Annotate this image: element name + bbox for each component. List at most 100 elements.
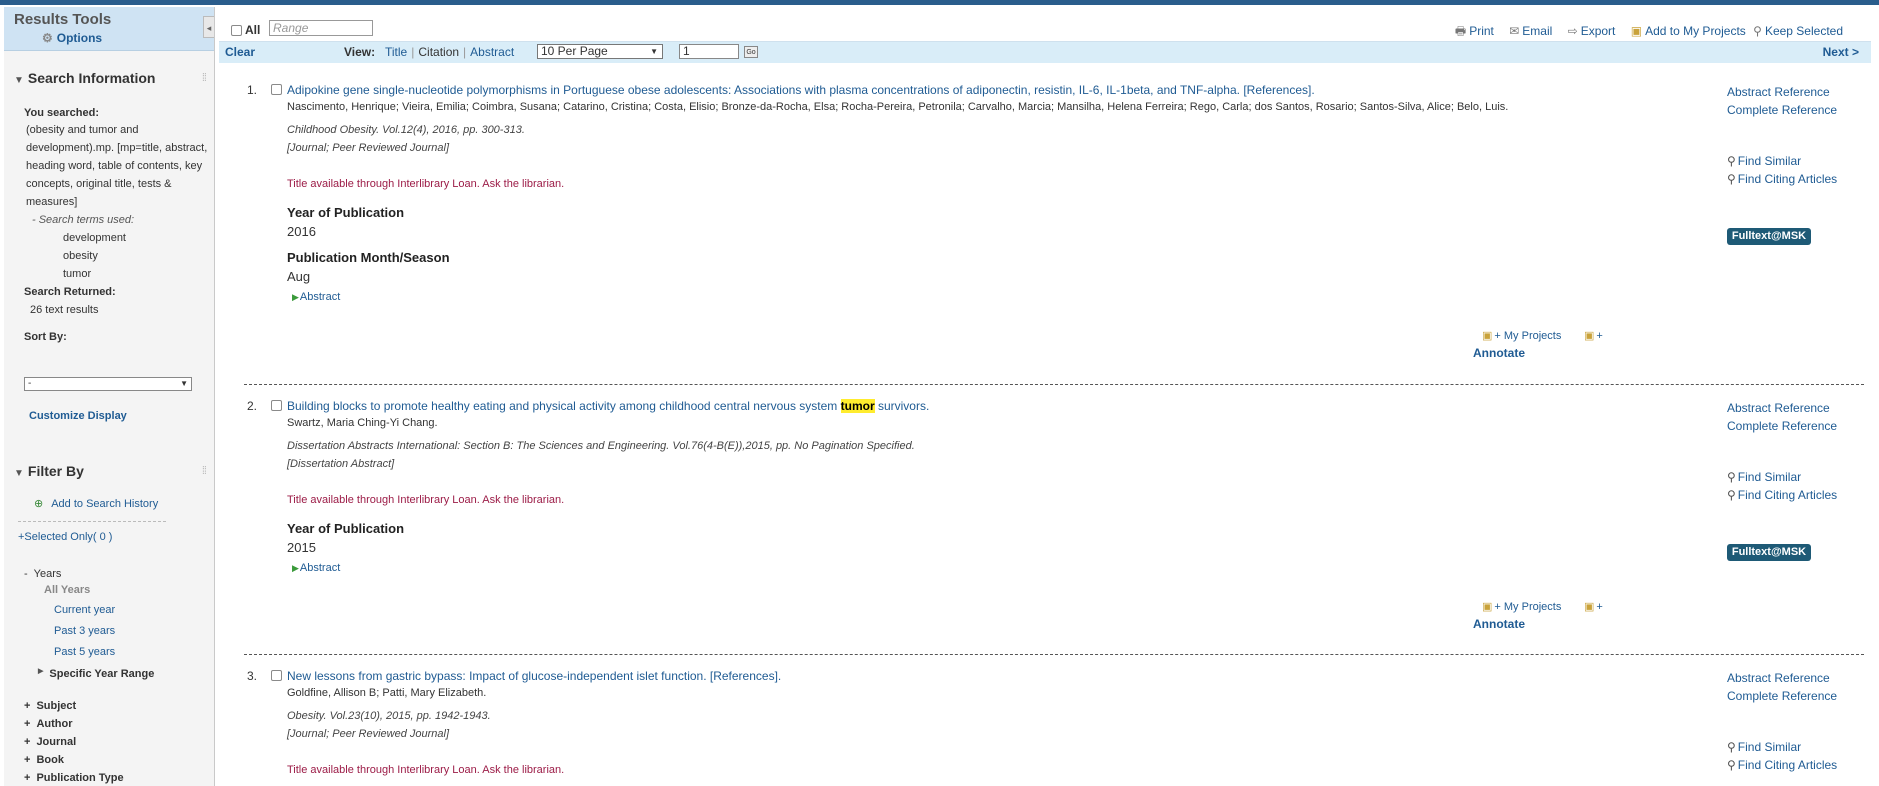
results-tools-title: Results Tools	[14, 11, 112, 28]
export-button[interactable]: ⇨ Export	[1568, 24, 1616, 38]
email-button[interactable]: ✉ Email	[1509, 24, 1552, 38]
subject-facet[interactable]: + Subject	[24, 700, 76, 712]
selected-only-link[interactable]: +Selected Only( 0 )	[18, 531, 112, 543]
result-checkbox[interactable]	[271, 670, 282, 681]
view-abstract-link[interactable]: Abstract	[470, 45, 514, 59]
annotate-add-link[interactable]: ▣ +	[1584, 600, 1603, 613]
add-to-search-history-link[interactable]: ⊕ Add to Search History	[34, 497, 158, 510]
past-3-years-link[interactable]: Past 3 years	[54, 625, 115, 637]
result-title-link[interactable]: Adipokine gene single-nucleotide polymor…	[287, 83, 1315, 97]
fulltext-button[interactable]: Fulltext@MSK	[1727, 544, 1811, 561]
result-checkbox[interactable]	[271, 400, 282, 411]
find-citing-link[interactable]: ⚲ Find Citing Articles	[1727, 756, 1837, 774]
result-checkbox[interactable]	[271, 84, 282, 95]
clear-link[interactable]: Clear	[225, 45, 255, 59]
view-title-link[interactable]: Title	[385, 45, 407, 59]
abstract-toggle[interactable]: ▶Abstract	[292, 291, 340, 303]
view-label: View:	[344, 45, 376, 59]
search-term: obesity	[63, 250, 98, 262]
print-button[interactable]: 🖶 Print	[1455, 24, 1494, 38]
my-projects-link[interactable]: ▣ + My Projects	[1482, 329, 1561, 342]
search-information-heading[interactable]: ▼ Search Information	[14, 70, 156, 86]
month-label: Publication Month/Season	[287, 250, 450, 265]
find-similar-link[interactable]: ⚲ Find Similar	[1727, 738, 1837, 756]
result-number: 1.	[247, 83, 258, 97]
specific-year-range[interactable]: ▶ Specific Year Range	[38, 667, 154, 680]
abstract-reference-link[interactable]: Abstract Reference	[1727, 669, 1837, 687]
find-citing-link[interactable]: ⚲ Find Citing Articles	[1727, 486, 1837, 504]
abstract-reference-link[interactable]: Abstract Reference	[1727, 399, 1837, 417]
view-options: Title | Citation | Abstract	[385, 45, 514, 59]
interlibrary-loan-link[interactable]: Title available through Interlibrary Loa…	[287, 178, 564, 190]
complete-reference-link[interactable]: Complete Reference	[1727, 687, 1837, 705]
triangle-right-icon: ▶	[292, 563, 299, 573]
author-facet[interactable]: + Author	[24, 718, 72, 730]
publication-type-facet[interactable]: + Publication Type	[24, 772, 124, 784]
past-5-years-link[interactable]: Past 5 years	[54, 646, 115, 658]
divider	[18, 521, 166, 522]
result-title-link[interactable]: Building blocks to promote healthy eatin…	[287, 399, 929, 413]
filter-by-heading[interactable]: ▼ Filter By	[14, 463, 84, 479]
annotate-add-link[interactable]: ▣ +	[1584, 329, 1603, 342]
view-citation-link[interactable]: Citation	[418, 45, 459, 59]
result-title-link[interactable]: New lessons from gastric bypass: Impact …	[287, 669, 781, 683]
options-link[interactable]: ⚙ Options	[42, 31, 102, 45]
magnifier-icon: ⚲	[1727, 154, 1736, 168]
search-info-block: You searched: (obesity and tumor and dev…	[24, 107, 209, 346]
result-pub-type: [Journal; Peer Reviewed Journal]	[287, 142, 450, 154]
customize-display-link[interactable]: Customize Display	[29, 410, 127, 422]
collapse-sidebar-button[interactable]: ◂	[203, 16, 214, 38]
interlibrary-loan-link[interactable]: Title available through Interlibrary Loa…	[287, 494, 564, 506]
next-page-link[interactable]: Next >	[1823, 45, 1859, 59]
abstract-toggle[interactable]: ▶Abstract	[292, 562, 340, 574]
book-facet[interactable]: + Book	[24, 754, 64, 766]
find-similar-link[interactable]: ⚲ Find Similar	[1727, 468, 1837, 486]
results-tools-header: Results Tools ⚙ Options	[4, 7, 214, 51]
folder-add-icon: ▣	[1630, 24, 1643, 38]
range-input[interactable]: Range	[269, 20, 373, 36]
all-years-option[interactable]: All Years	[44, 584, 90, 596]
interlibrary-loan-link[interactable]: Title available through Interlibrary Loa…	[287, 764, 564, 776]
select-all[interactable]: All	[231, 23, 260, 37]
sort-by-select[interactable]: - ▼	[24, 377, 192, 391]
query-line: heading word, table of contents, key	[26, 160, 203, 172]
find-citing-link[interactable]: ⚲ Find Citing Articles	[1727, 170, 1837, 188]
journal-facet[interactable]: + Journal	[24, 736, 76, 748]
triangle-down-icon: ▼	[14, 468, 24, 479]
result-authors: Goldfine, Allison B; Patti, Mary Elizabe…	[287, 687, 487, 699]
result-divider	[244, 654, 1864, 655]
expand-plus-icon: +	[24, 772, 31, 784]
current-year-link[interactable]: Current year	[54, 604, 115, 616]
add-to-projects-button[interactable]: ▣ Add to My Projects	[1631, 24, 1746, 38]
select-all-checkbox[interactable]	[231, 25, 242, 36]
add-history-icon: ⊕	[34, 498, 44, 510]
result-source: Childhood Obesity. Vol.12(4), 2016, pp. …	[287, 124, 525, 136]
result-divider	[244, 384, 1864, 385]
you-searched-label: You searched:	[24, 107, 99, 119]
year-value: 2015	[287, 540, 316, 555]
years-facet[interactable]: - Years	[24, 568, 61, 580]
year-label: Year of Publication	[287, 521, 405, 536]
per-page-select[interactable]: 10 Per Page ▼	[537, 44, 663, 59]
result-pub-type: [Journal; Peer Reviewed Journal]	[287, 728, 450, 740]
keep-selected-button[interactable]: ⚲ Keep Selected	[1753, 24, 1843, 38]
complete-reference-link[interactable]: Complete Reference	[1727, 101, 1837, 119]
drag-handle-icon[interactable]: ⁞⁞	[202, 465, 207, 477]
expand-triangle-icon: ▶	[38, 668, 44, 675]
annotate-link[interactable]: Annotate	[1473, 346, 1525, 360]
results-main: All Range 🖶 Print ✉ Email ⇨ Export ▣ Add to …	[219, 7, 1871, 786]
export-icon: ⇨	[1567, 24, 1578, 38]
fulltext-button[interactable]: Fulltext@MSK	[1727, 228, 1811, 245]
expand-plus-icon: +	[24, 754, 31, 766]
abstract-reference-link[interactable]: Abstract Reference	[1727, 83, 1837, 101]
result-side-links: Abstract Reference Complete Reference ⚲ F…	[1727, 399, 1837, 504]
complete-reference-link[interactable]: Complete Reference	[1727, 417, 1837, 435]
query-line: development).mp. [mp=title, abstract,	[26, 142, 208, 154]
find-similar-link[interactable]: ⚲ Find Similar	[1727, 152, 1837, 170]
page-number-input[interactable]: 1	[679, 44, 739, 59]
go-button[interactable]: Go	[744, 46, 758, 58]
drag-handle-icon[interactable]: ⁞⁞	[202, 72, 207, 84]
annotate-link[interactable]: Annotate	[1473, 617, 1525, 631]
my-projects-link[interactable]: ▣ + My Projects	[1482, 600, 1561, 613]
options-label: Options	[56, 31, 103, 45]
